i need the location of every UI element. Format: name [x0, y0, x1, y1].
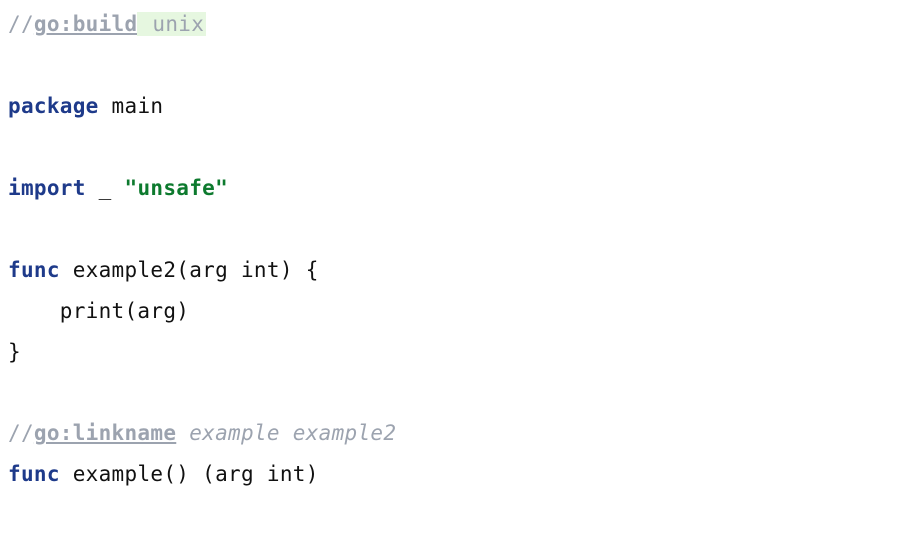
linkname-directive-line: //go:linkname example example2	[8, 421, 396, 445]
import-path-unsafe: "unsafe"	[125, 176, 229, 200]
build-tag-unix: unix	[137, 12, 206, 36]
keyword-func: func	[8, 258, 60, 282]
keyword-func-2: func	[8, 462, 60, 486]
package-name: main	[99, 94, 164, 118]
func-close-brace: }	[8, 340, 21, 364]
comment-slash-2: //	[8, 421, 34, 445]
func-example2-rest: example2(arg int) {	[60, 258, 319, 282]
go-linkname-directive: go:linkname	[34, 421, 176, 445]
comment-slash: //	[8, 12, 34, 36]
import-blank: _	[86, 176, 125, 200]
package-declaration: package main	[8, 94, 163, 118]
build-directive-line: //go:build unix	[8, 12, 206, 36]
linkname-args: example example2	[176, 421, 396, 445]
func-example2-signature: func example2(arg int) {	[8, 258, 319, 282]
func-example-signature: func example() (arg int)	[8, 462, 319, 486]
code-block: //go:build unix package main import _ "u…	[8, 4, 914, 495]
func-example-rest: example() (arg int)	[60, 462, 319, 486]
go-build-directive: go:build	[34, 12, 138, 36]
keyword-import: import	[8, 176, 86, 200]
func-body-print: print(arg)	[8, 299, 189, 323]
keyword-package: package	[8, 94, 99, 118]
import-declaration: import _ "unsafe"	[8, 176, 228, 200]
